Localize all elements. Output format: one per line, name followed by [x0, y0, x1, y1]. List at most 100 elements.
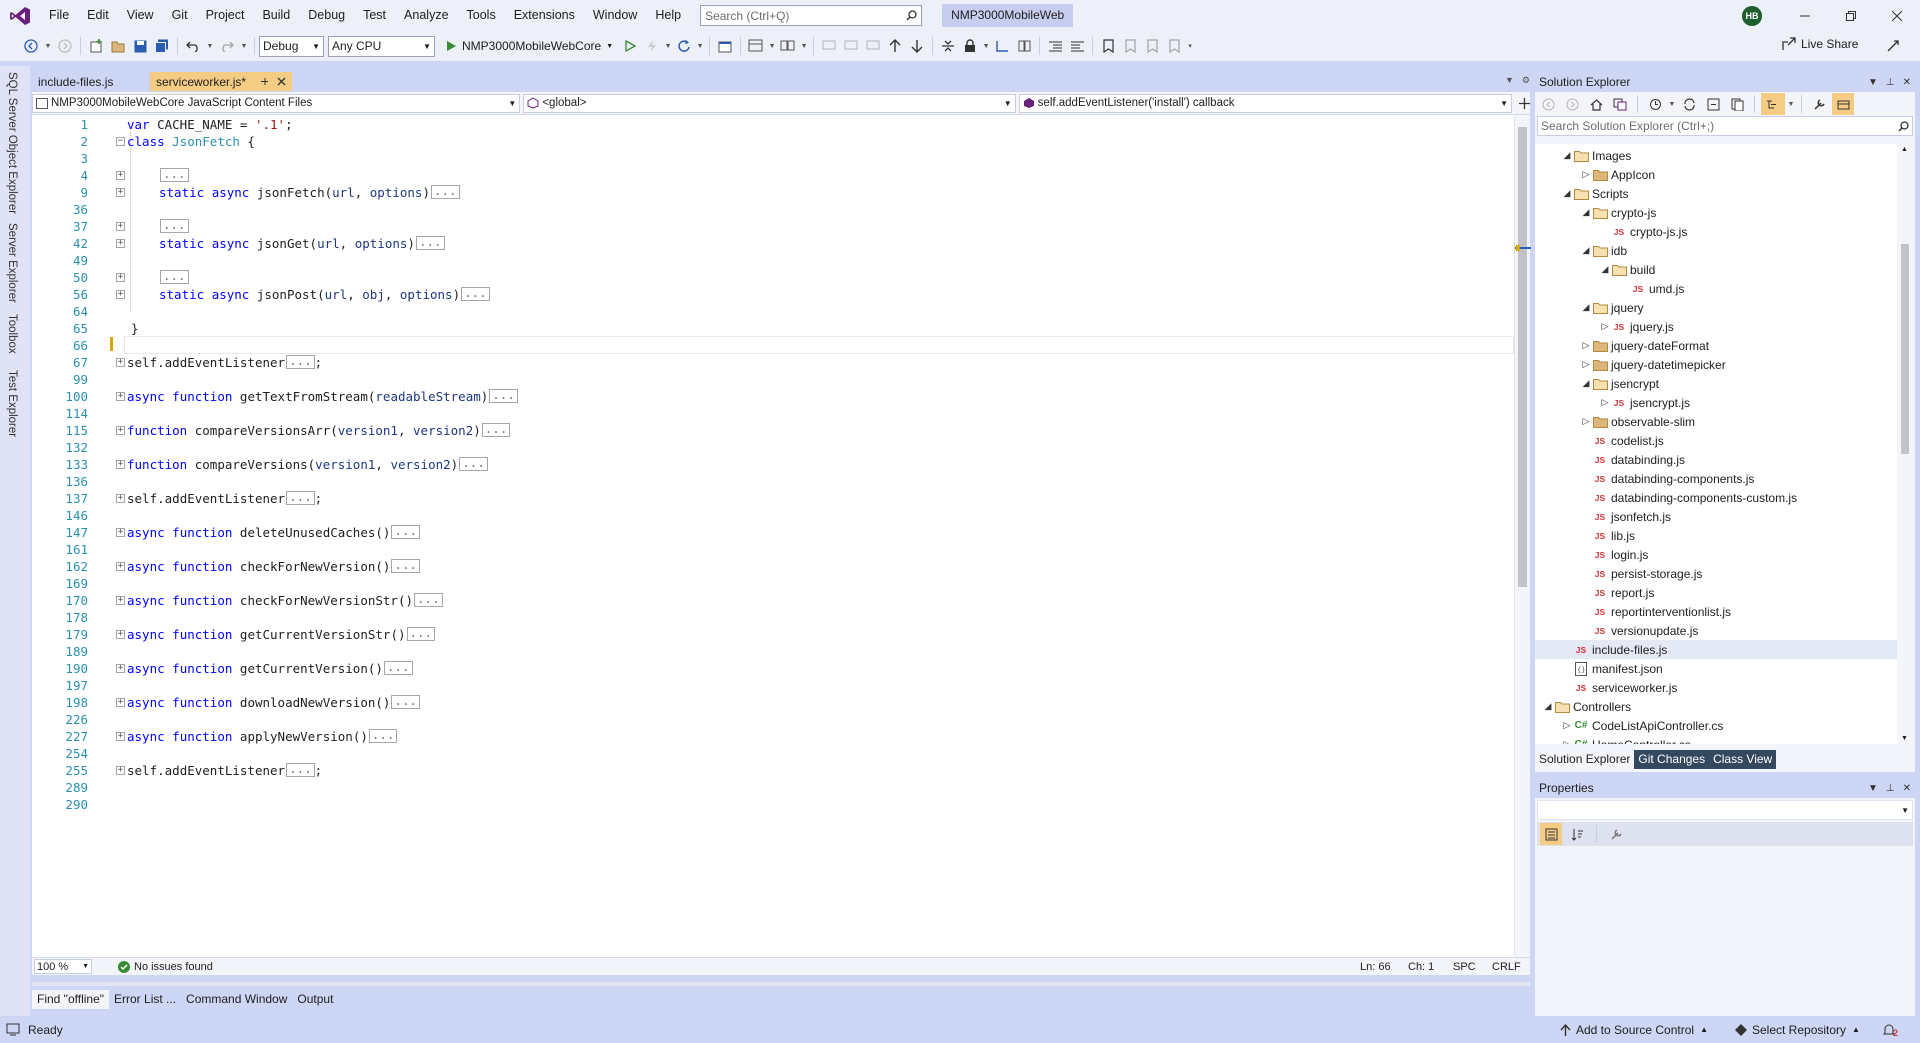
code-line[interactable]: 190 + async function getCurrentVersion()..… — [32, 660, 1514, 677]
tab-solution-explorer[interactable]: Solution Explorer — [1535, 750, 1635, 769]
refresh-icon[interactable] — [673, 35, 695, 57]
bookmark-clear-icon[interactable] — [1163, 35, 1185, 57]
pending-changes-filter-icon[interactable] — [1644, 93, 1666, 115]
line-number[interactable]: Ln: 66 — [1360, 961, 1391, 973]
window-position-icon[interactable]: ▼ — [1868, 77, 1878, 88]
tab-command-window[interactable]: Command Window — [181, 990, 292, 1009]
code-editor[interactable]: 1 var CACHE_NAME = '.1'; 2 − class JsonFetch… — [32, 115, 1514, 957]
settings-gear-icon[interactable]: ⚙ — [1522, 75, 1530, 86]
comment-icon[interactable] — [818, 35, 840, 57]
expanded-arrow-icon[interactable]: ◢ — [1599, 264, 1611, 275]
tree-item[interactable]: ◢ Images — [1535, 146, 1897, 165]
pin-icon[interactable]: ⊥ — [1886, 783, 1895, 794]
expand-region-icon[interactable]: + — [116, 358, 125, 367]
minimize-button[interactable] — [1782, 0, 1828, 31]
code-line[interactable]: 56 + static async jsonPost(url, obj, optio… — [32, 286, 1514, 303]
code-line[interactable]: 255 + self.addEventListener...; — [32, 762, 1514, 779]
code-line[interactable]: 100 + async function getTextFromStream(rea… — [32, 388, 1514, 405]
expand-region-icon[interactable]: + — [116, 222, 125, 231]
code-line[interactable]: 49 — [32, 253, 1514, 269]
expanded-arrow-icon[interactable]: ◢ — [1561, 150, 1573, 161]
tree-item[interactable]: ◢ Scripts — [1535, 184, 1897, 203]
sync-icon[interactable] — [1678, 93, 1700, 115]
code-line[interactable]: 66 — [32, 338, 1514, 354]
property-pages-wrench-icon[interactable] — [1605, 823, 1627, 845]
tree-item[interactable]: ▷ jquery-datetimepicker — [1535, 355, 1897, 374]
menu-project[interactable]: Project — [197, 0, 254, 31]
window-layout-icon[interactable] — [777, 35, 799, 57]
code-line[interactable]: 50 +... — [32, 269, 1514, 286]
tree-item[interactable]: JS serviceworker.js — [1535, 678, 1897, 697]
menu-file[interactable]: File — [40, 0, 78, 31]
switch-views-icon[interactable] — [1609, 93, 1631, 115]
tree-item[interactable]: {} manifest.json — [1535, 659, 1897, 678]
tree-item[interactable]: JS databinding-components.js — [1535, 469, 1897, 488]
code-line[interactable]: 37 +... — [32, 218, 1514, 235]
tree-item[interactable]: JS versionupdate.js — [1535, 621, 1897, 640]
code-line[interactable]: 42 + static async jsonGet(url, options)... — [32, 235, 1514, 252]
expanded-arrow-icon[interactable]: ◢ — [1580, 245, 1592, 256]
tree-item[interactable]: ◢ jsencrypt — [1535, 374, 1897, 393]
user-avatar[interactable]: HB — [1742, 6, 1762, 26]
chevron-down-icon[interactable]: ▼ — [695, 35, 705, 57]
bookmark-next-icon[interactable] — [1119, 35, 1141, 57]
open-file-icon[interactable] — [107, 35, 129, 57]
code-line[interactable]: 114 — [32, 406, 1514, 422]
line-ending[interactable]: CRLF — [1492, 961, 1521, 973]
collapsed-arrow-icon[interactable]: ▷ — [1599, 397, 1611, 408]
categorized-icon[interactable] — [1540, 823, 1562, 845]
tree-item[interactable]: JS databinding.js — [1535, 450, 1897, 469]
code-line[interactable]: 2 − class JsonFetch { — [32, 134, 1514, 150]
tab-class-view[interactable]: Class View — [1709, 750, 1777, 769]
tree-item[interactable]: JS persist-storage.js — [1535, 564, 1897, 583]
code-line[interactable]: 197 — [32, 678, 1514, 694]
tree-item[interactable]: JS jsonfetch.js — [1535, 507, 1897, 526]
expanded-arrow-icon[interactable]: ◢ — [1580, 378, 1592, 389]
move-up-icon[interactable] — [884, 35, 906, 57]
code-line[interactable]: 189 — [32, 644, 1514, 660]
visual-studio-logo-icon[interactable] — [0, 6, 40, 26]
notifications-button[interactable]: 2 — [1882, 1022, 1898, 1038]
expand-region-icon[interactable]: + — [116, 171, 125, 180]
redo-icon[interactable] — [216, 35, 238, 57]
collapsed-arrow-icon[interactable]: ▷ — [1580, 416, 1592, 427]
code-line[interactable]: 64 — [32, 304, 1514, 320]
tree-item[interactable]: JS lib.js — [1535, 526, 1897, 545]
preview-selected-items-icon[interactable] — [1832, 93, 1854, 115]
test-explorer-tab[interactable]: Test Explorer — [6, 370, 18, 437]
expanded-arrow-icon[interactable]: ◢ — [1580, 302, 1592, 313]
menu-build[interactable]: Build — [253, 0, 299, 31]
menu-extensions[interactable]: Extensions — [505, 0, 584, 31]
tab-serviceworker[interactable]: serviceworker.js* — [150, 72, 292, 91]
collapsed-arrow-icon[interactable]: ▷ — [1561, 720, 1573, 731]
tree-item[interactable]: ◢ jquery — [1535, 298, 1897, 317]
menu-help[interactable]: Help — [646, 0, 690, 31]
code-line[interactable]: 170 + async function checkForNewVersionStr… — [32, 592, 1514, 609]
expand-region-icon[interactable]: + — [116, 392, 125, 401]
code-line[interactable]: 99 — [32, 372, 1514, 388]
toolbox-tab[interactable]: Toolbox — [6, 314, 18, 354]
tab-list-dropdown-icon[interactable]: ▼ — [1505, 75, 1514, 86]
issues-indicator[interactable]: No issues found — [118, 960, 213, 973]
tree-item[interactable]: ▷ C# CodeListApiController.cs — [1535, 716, 1897, 735]
code-line[interactable]: 147 + async function deleteUnusedCaches().… — [32, 524, 1514, 541]
object-select[interactable]: ▼ — [1537, 800, 1913, 820]
tree-item[interactable]: ◢ Controllers — [1535, 697, 1897, 716]
code-line[interactable]: 65} — [32, 321, 1514, 337]
expand-region-icon[interactable]: + — [116, 188, 125, 197]
chevron-down-icon[interactable]: ▼ — [204, 35, 216, 57]
scroll-up-arrow-icon[interactable]: ▲ — [1901, 146, 1908, 153]
tree-item[interactable]: ◢ build — [1535, 260, 1897, 279]
server-explorer-tab[interactable]: Server Explorer — [6, 223, 18, 303]
expand-region-icon[interactable]: + — [116, 460, 125, 469]
tree-item[interactable]: ▷ JS jsencrypt.js — [1535, 393, 1897, 412]
expand-region-icon[interactable]: + — [116, 290, 125, 299]
bookmark-prev2-icon[interactable] — [1141, 35, 1163, 57]
scroll-thumb[interactable] — [1518, 127, 1527, 587]
code-line[interactable]: 9 + static async jsonFetch(url, options)..… — [32, 184, 1514, 201]
expand-region-icon[interactable]: + — [116, 766, 125, 775]
code-line[interactable]: 133 + function compareVersions(version1, v… — [32, 456, 1514, 473]
track-active-item-icon[interactable] — [1761, 93, 1785, 115]
tab-git-changes[interactable]: Git Changes — [1634, 750, 1710, 769]
feedback-icon[interactable] — [1882, 35, 1904, 57]
